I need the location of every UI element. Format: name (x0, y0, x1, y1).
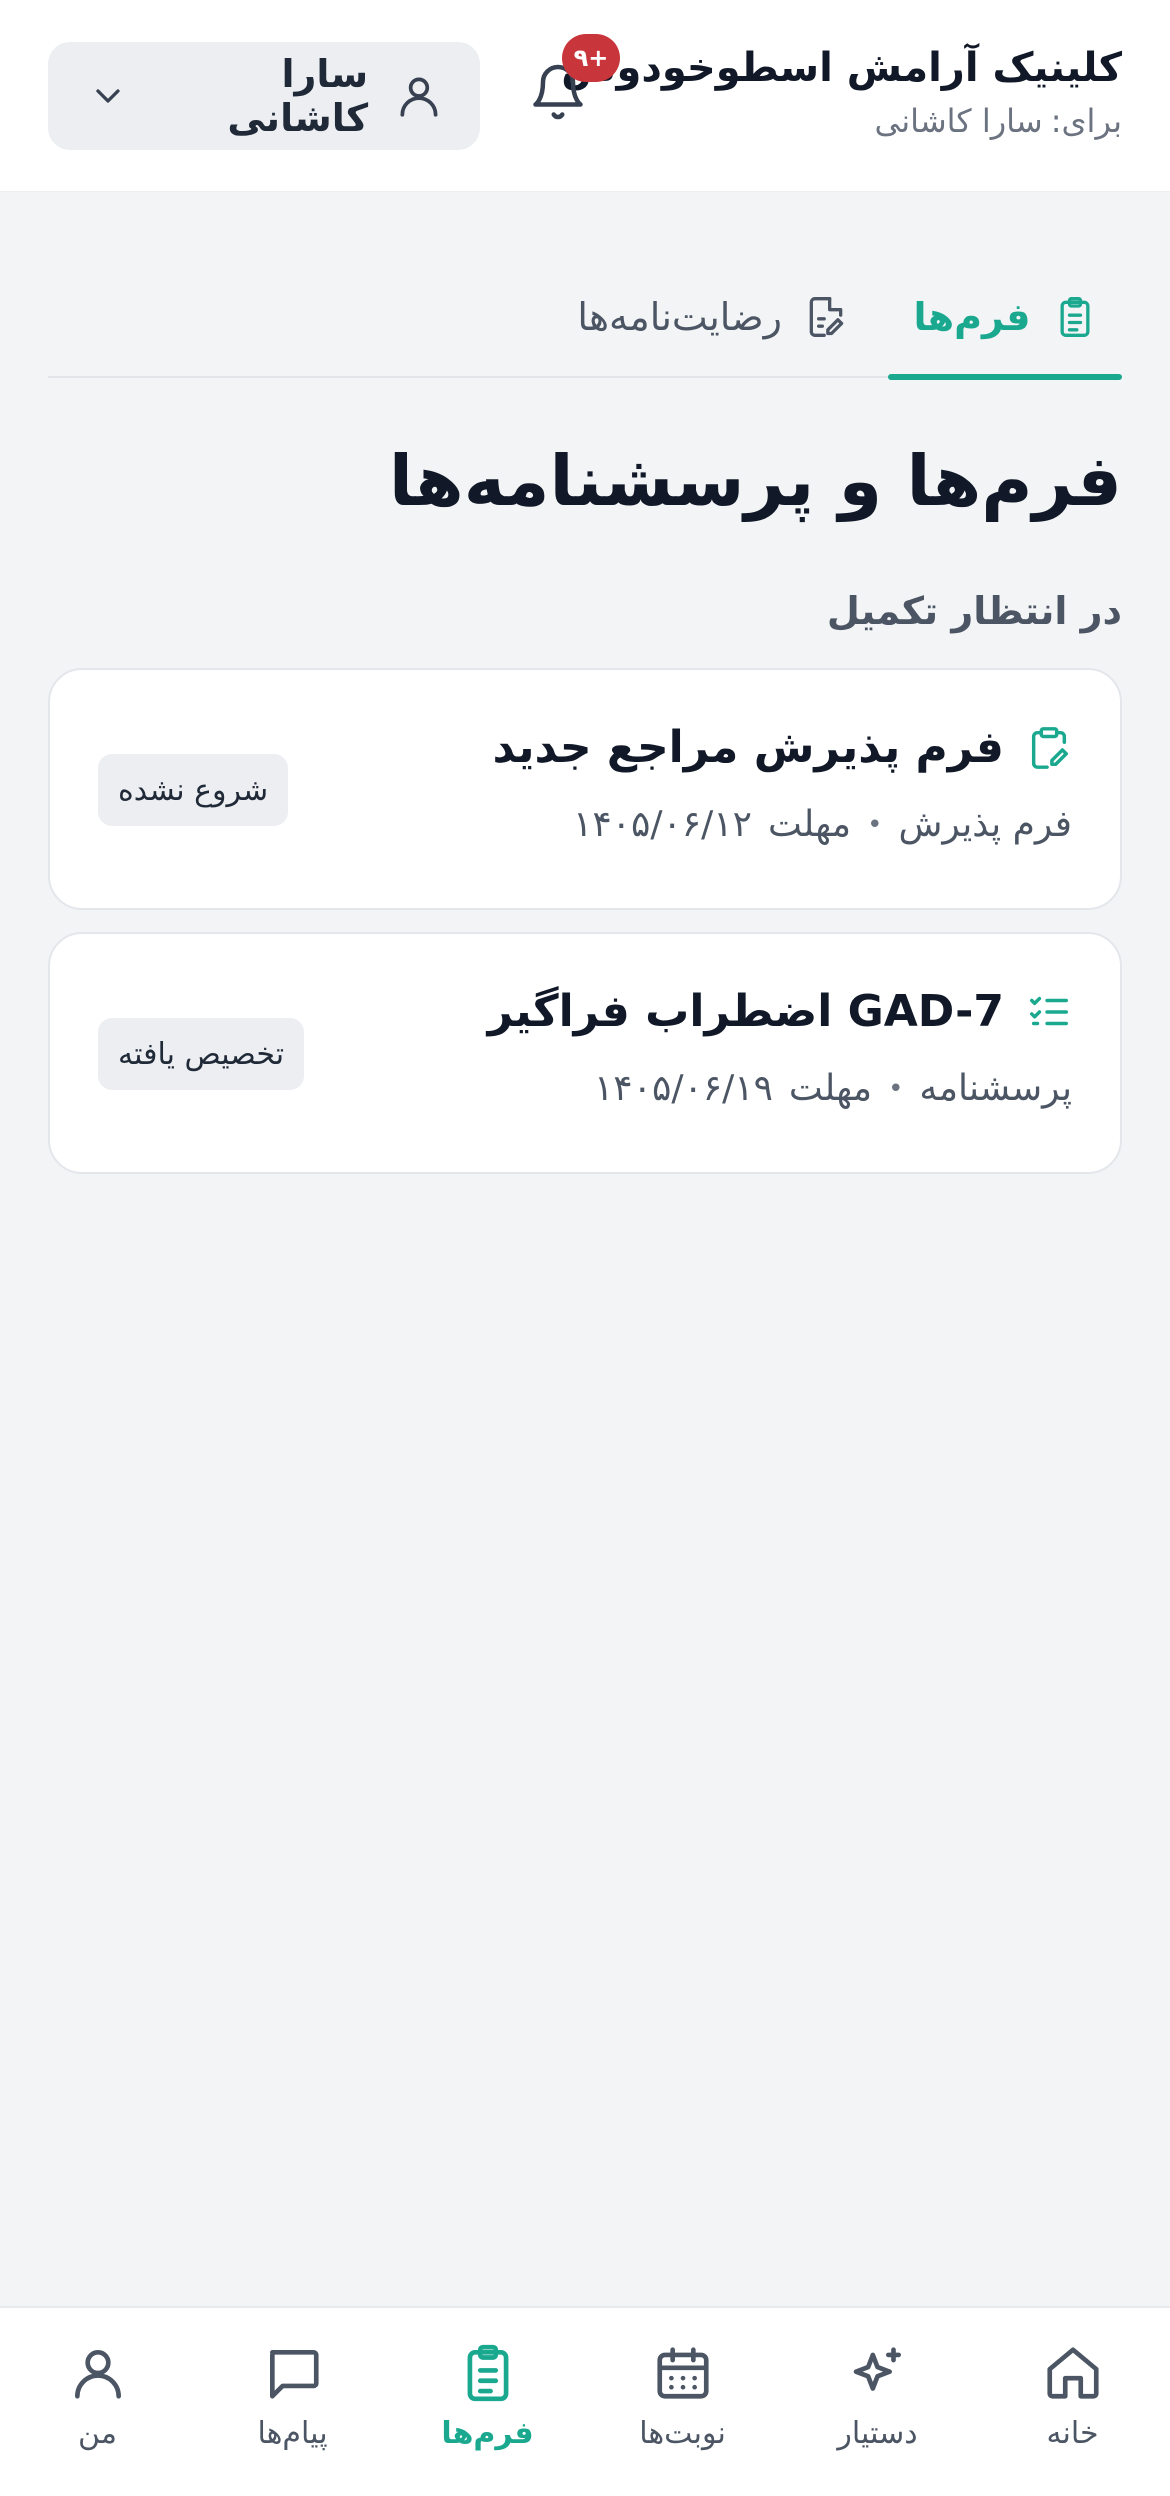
app-header: کلینیک آرامش اسطوخودوس برای:سارا کاشانی … (0, 0, 1170, 192)
notification-count-badge: ۹+ (562, 34, 620, 82)
clipboard-list-icon (467, 2344, 508, 2402)
page-title: فرم‌ها و پرسشنامه‌ها (388, 440, 1122, 522)
nav-me-label: من (78, 2416, 117, 2451)
nav-messages-label: پیام‌ها (257, 2416, 328, 2451)
bottom-navigation: خانه دستیار نوبت‌ها فرم‌ها (0, 2306, 1170, 2496)
person-icon (400, 77, 438, 117)
nav-home[interactable]: خانه (975, 2308, 1170, 2496)
card-due-label: مهلت (788, 1068, 873, 1109)
card-due-date: ۱۴۰۵/۰۶/۱۲ (572, 804, 752, 845)
card-header: GAD-7 اضطراب فراگیر (488, 982, 1072, 1042)
clinic-info: کلینیک آرامش اسطوخودوس برای:سارا کاشانی (561, 40, 1122, 144)
nav-forms[interactable]: فرم‌ها (390, 2308, 585, 2496)
status-badge: شروع نشده (98, 754, 289, 826)
nav-messages[interactable]: پیام‌ها (195, 2308, 390, 2496)
card-due-label: مهلت (767, 804, 852, 845)
for-prefix: برای: (1050, 102, 1122, 140)
checklist-icon (1030, 996, 1068, 1026)
card-due-date: ۱۴۰۵/۰۶/۱۹ (593, 1068, 773, 1109)
sparkle-icon (853, 2347, 901, 2391)
tab-consents-label: رضایت‌نامه‌ها (577, 295, 782, 339)
nav-appointments[interactable]: نوبت‌ها (585, 2308, 780, 2496)
user-switcher-button[interactable]: سارا کاشانی (48, 42, 480, 150)
card-type: فرم پذیرش (898, 804, 1072, 845)
nav-me[interactable]: من (0, 2308, 195, 2496)
card-meta: پرسشنامه • مهلت ۱۴۰۵/۰۶/۱۹ (594, 1062, 1072, 1116)
nav-home-label: خانه (1046, 2416, 1099, 2451)
card-header: فرم پذیرش مراجع جدید (493, 718, 1072, 778)
calendar-icon (656, 2347, 709, 2399)
for-name: سارا کاشانی (874, 102, 1043, 140)
tab-forms-label: فرم‌ها (913, 295, 1031, 339)
forms-tabs: فرم‌ها رضایت‌نامه‌ها (48, 256, 1122, 380)
nav-forms-label: فرم‌ها (441, 2416, 534, 2451)
separator-dot: • (867, 810, 883, 840)
user-icon (74, 2350, 121, 2399)
tab-forms[interactable]: فرم‌ها (888, 256, 1122, 380)
form-card[interactable]: فرم پذیرش مراجع جدید فرم پذیرش • مهلت ۱۴… (48, 668, 1122, 910)
home-icon (1046, 2347, 1099, 2399)
nav-assistant-label: دستیار (837, 2416, 918, 2451)
clipboard-edit-icon (1031, 727, 1068, 769)
card-title: GAD-7 اضطراب فراگیر (487, 986, 1004, 1037)
card-title: فرم پذیرش مراجع جدید (492, 722, 1004, 773)
form-card[interactable]: GAD-7 اضطراب فراگیر پرسشنامه • مهلت ۱۴۰۵… (48, 932, 1122, 1174)
current-user-name: سارا کاشانی (227, 52, 369, 140)
separator-dot: • (888, 1074, 904, 1104)
section-pending-label: در انتظار تکمیل (826, 589, 1122, 633)
status-badge: تخصیص یافته (98, 1018, 305, 1090)
card-meta: فرم پذیرش • مهلت ۱۴۰۵/۰۶/۱۲ (573, 798, 1072, 852)
tab-consents[interactable]: رضایت‌نامه‌ها (577, 256, 848, 378)
file-signature-icon (809, 297, 844, 337)
nav-assistant[interactable]: دستیار (780, 2308, 975, 2496)
chevron-down-icon (96, 89, 120, 103)
clipboard-list-icon (1060, 297, 1089, 337)
card-type: پرسشنامه (919, 1068, 1072, 1109)
clinic-name: کلینیک آرامش اسطوخودوس (561, 45, 1122, 91)
patient-context: برای:سارا کاشانی (561, 98, 1122, 144)
forms-page: کلینیک آرامش اسطوخودوس برای:سارا کاشانی … (0, 0, 1170, 2496)
nav-appointments-label: نوبت‌ها (639, 2416, 726, 2451)
message-icon (269, 2350, 319, 2399)
user-switcher-content: سارا کاشانی (128, 52, 444, 140)
